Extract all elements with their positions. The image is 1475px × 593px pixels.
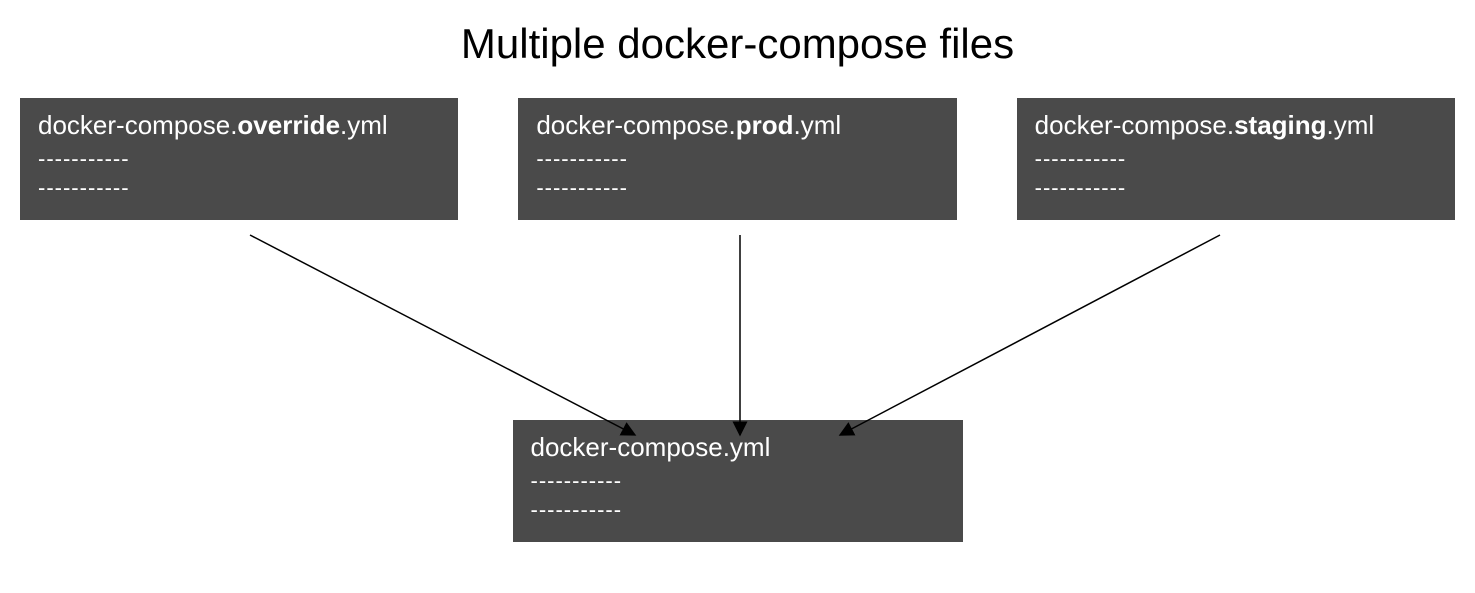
file-content-placeholder: -----------	[536, 145, 938, 174]
file-box-override: docker-compose.override.yml ----------- …	[20, 98, 458, 220]
file-content-placeholder: -----------	[38, 174, 440, 203]
filename-prefix: docker-compose.	[1035, 110, 1234, 140]
arrow-override-to-base	[250, 235, 635, 435]
filename-prefix: docker-compose.	[38, 110, 237, 140]
file-box-prod: docker-compose.prod.yml ----------- ----…	[518, 98, 956, 220]
file-box-staging: docker-compose.staging.yml ----------- -…	[1017, 98, 1455, 220]
filename-prod: docker-compose.prod.yml	[536, 110, 938, 141]
file-content-placeholder: -----------	[38, 145, 440, 174]
filename-suffix: .yml	[340, 110, 388, 140]
file-content-placeholder: -----------	[531, 467, 945, 496]
filename-suffix: .yml	[1327, 110, 1375, 140]
top-files-row: docker-compose.override.yml ----------- …	[0, 98, 1475, 220]
filename-base: docker-compose.yml	[531, 432, 945, 463]
filename-bold: prod	[736, 110, 794, 140]
diagram-title: Multiple docker-compose files	[0, 0, 1475, 98]
filename-suffix: .yml	[794, 110, 842, 140]
bottom-file-wrapper: docker-compose.yml ----------- ---------…	[0, 420, 1475, 542]
filename-staging: docker-compose.staging.yml	[1035, 110, 1437, 141]
filename-bold: staging	[1234, 110, 1326, 140]
file-content-placeholder: -----------	[536, 174, 938, 203]
filename-prefix: docker-compose.	[536, 110, 735, 140]
file-box-base: docker-compose.yml ----------- ---------…	[513, 420, 963, 542]
filename-bold: override	[237, 110, 340, 140]
file-content-placeholder: -----------	[1035, 145, 1437, 174]
filename-override: docker-compose.override.yml	[38, 110, 440, 141]
arrow-staging-to-base	[840, 235, 1220, 435]
file-content-placeholder: -----------	[1035, 174, 1437, 203]
file-content-placeholder: -----------	[531, 496, 945, 525]
